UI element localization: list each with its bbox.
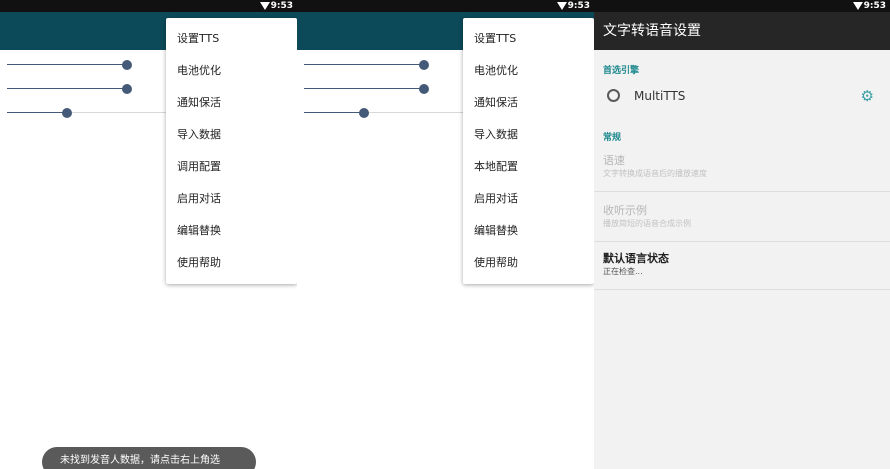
menu-item-set-tts[interactable]: 设置TTS [463,23,594,55]
status-bar: 9:53 [297,0,594,12]
toast-message: 未找到发音人数据，请点击右上角选 [42,447,256,469]
slider-active-track [7,88,127,89]
menu-item-set-tts[interactable]: 设置TTS [166,23,297,55]
pref-summary: 播放简短的语音合成示例 [603,219,691,228]
slider-active-track [7,64,127,65]
pref-summary: 文字转换成语音后的播放速度 [603,169,707,178]
engine-row-multitts[interactable]: MultiTTS ⚙ [594,80,890,112]
pref-title: 收听示例 [603,204,647,217]
menu-item-battery-optimization[interactable]: 电池优化 [463,55,594,87]
slider-active-track [304,88,424,89]
slider-thumb[interactable] [419,84,429,94]
slider-thumb[interactable] [122,84,132,94]
menu-item-help[interactable]: 使用帮助 [463,247,594,279]
slider-1[interactable] [7,60,132,70]
status-bar: 9:53 [594,0,890,12]
slider-thumb[interactable] [122,60,132,70]
menu-item-call-config[interactable]: 调用配置 [166,151,297,183]
menu-item-notification-keepalive[interactable]: 通知保活 [463,87,594,119]
menu-item-import-data[interactable]: 导入数据 [166,119,297,151]
slider-3[interactable] [7,108,167,118]
slider-active-track [304,64,424,65]
pref-speech-rate[interactable]: 语速 文字转换成语音后的播放速度 [594,142,890,192]
slider-active-track [7,112,67,113]
status-time: 9:53 [270,1,293,11]
menu-item-enable-dialog[interactable]: 启用对话 [463,183,594,215]
app-bar: 文字转语音设置 [594,12,890,50]
radio-button-icon[interactable] [607,89,620,102]
wifi-icon [853,2,863,10]
pref-listen-example[interactable]: 收听示例 播放简短的语音合成示例 [594,192,890,242]
main-screen-left: 9:53 设置TTS 电池优化 通知保活 导入数据 调用配置 启用对话 编辑替换… [0,0,297,469]
menu-item-help[interactable]: 使用帮助 [166,247,297,279]
menu-item-notification-keepalive[interactable]: 通知保活 [166,87,297,119]
menu-item-import-data[interactable]: 导入数据 [463,119,594,151]
page-title: 文字转语音设置 [603,23,701,39]
overflow-menu: 设置TTS 电池优化 通知保活 导入数据 调用配置 启用对话 编辑替换 使用帮助 [166,18,297,284]
pref-summary: 正在检查... [603,267,643,276]
slider-1[interactable] [304,60,429,70]
tts-settings-screen: 9:53 文字转语音设置 首选引擎 MultiTTS ⚙ 常规 语速 文字转换成… [594,0,890,469]
wifi-icon [260,2,270,10]
main-screen-middle: 9:53 设置TTS 电池优化 通知保活 导入数据 本地配置 启用对话 编辑替换… [297,0,594,469]
gear-icon[interactable]: ⚙ [861,87,874,105]
slider-2[interactable] [304,84,429,94]
slider-2[interactable] [7,84,132,94]
slider-thumb[interactable] [359,108,369,118]
menu-item-local-config[interactable]: 本地配置 [463,151,594,183]
pref-default-language-status[interactable]: 默认语言状态 正在检查... [594,240,890,290]
wifi-icon [557,2,567,10]
menu-item-edit-replace[interactable]: 编辑替换 [166,215,297,247]
pref-title: 默认语言状态 [603,252,669,265]
status-time: 9:53 [567,1,590,11]
section-header-preferred-engine: 首选引擎 [603,66,640,76]
slider-thumb[interactable] [62,108,72,118]
menu-item-enable-dialog[interactable]: 启用对话 [166,183,297,215]
menu-item-edit-replace[interactable]: 编辑替换 [463,215,594,247]
status-bar: 9:53 [0,0,297,12]
slider-active-track [304,112,364,113]
slider-3[interactable] [304,108,464,118]
pref-title: 语速 [603,154,625,167]
engine-name: MultiTTS [634,89,686,103]
menu-item-battery-optimization[interactable]: 电池优化 [166,55,297,87]
overflow-menu: 设置TTS 电池优化 通知保活 导入数据 本地配置 启用对话 编辑替换 使用帮助 [463,18,594,284]
slider-thumb[interactable] [419,60,429,70]
status-time: 9:53 [863,1,886,11]
